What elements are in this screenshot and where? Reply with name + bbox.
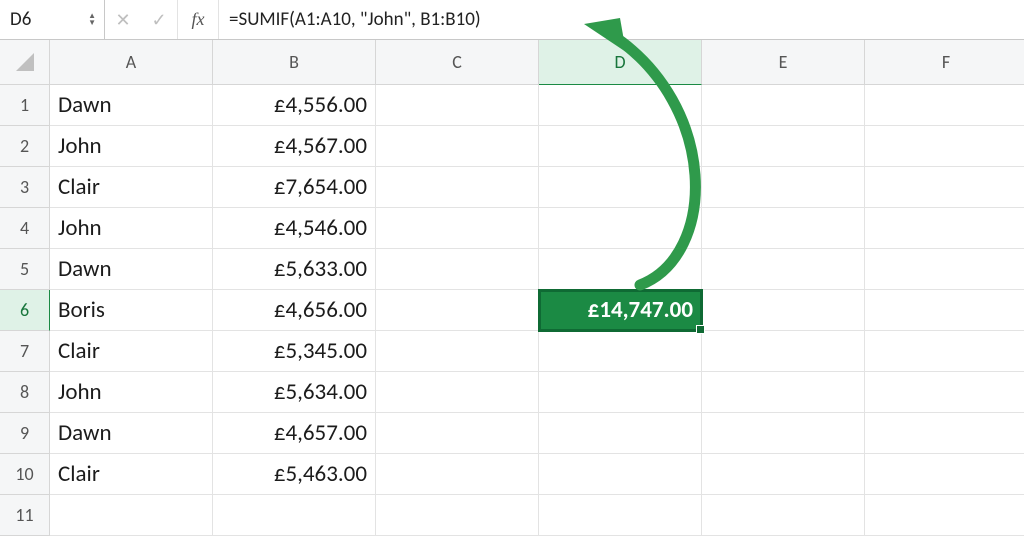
cell[interactable] [865, 290, 1024, 331]
column-header[interactable]: C [376, 40, 539, 85]
cell[interactable]: Clair [50, 331, 213, 372]
cell[interactable] [702, 290, 865, 331]
fx-icon: fx [192, 9, 205, 30]
cell[interactable] [702, 413, 865, 454]
cell[interactable] [376, 331, 539, 372]
cell[interactable] [213, 495, 376, 536]
cell[interactable]: Dawn [50, 249, 213, 290]
cell[interactable] [376, 495, 539, 536]
cell[interactable]: £5,463.00 [213, 454, 376, 495]
cancel-icon: ✕ [115, 9, 130, 31]
row-header[interactable]: 5 [0, 249, 50, 290]
cell[interactable] [865, 85, 1024, 126]
cell[interactable] [376, 454, 539, 495]
cell[interactable] [865, 126, 1024, 167]
name-box[interactable]: D6 ▲ ▼ [0, 0, 105, 39]
cell[interactable]: £4,656.00 [213, 290, 376, 331]
selected-cell[interactable]: £14,747.00 [539, 290, 702, 331]
cell[interactable] [702, 167, 865, 208]
cell[interactable] [702, 208, 865, 249]
confirm-formula-button[interactable]: ✓ [141, 0, 177, 39]
cell[interactable] [865, 454, 1024, 495]
row-header[interactable]: 10 [0, 454, 50, 495]
cell[interactable] [376, 208, 539, 249]
cell[interactable] [376, 167, 539, 208]
cell[interactable]: John [50, 126, 213, 167]
cell[interactable] [539, 208, 702, 249]
cell[interactable] [865, 372, 1024, 413]
cell[interactable] [702, 372, 865, 413]
cell[interactable]: John [50, 372, 213, 413]
row-header[interactable]: 2 [0, 126, 50, 167]
column-header[interactable]: F [865, 40, 1024, 85]
formula-bar: D6 ▲ ▼ ✕ ✓ fx =SUMIF(A1:A10, "John", B1:… [0, 0, 1024, 40]
insert-function-button[interactable]: fx [177, 0, 219, 39]
column-header[interactable]: D [539, 40, 702, 85]
cell[interactable] [539, 372, 702, 413]
row-header[interactable]: 6 [0, 290, 50, 331]
cell[interactable]: John [50, 208, 213, 249]
cell[interactable] [865, 208, 1024, 249]
cell[interactable] [539, 454, 702, 495]
cell[interactable] [376, 249, 539, 290]
row-header[interactable]: 1 [0, 85, 50, 126]
cell[interactable]: Clair [50, 167, 213, 208]
cell[interactable] [539, 85, 702, 126]
cell[interactable] [376, 85, 539, 126]
cell[interactable] [865, 495, 1024, 536]
row-header[interactable]: 7 [0, 331, 50, 372]
cell[interactable] [50, 495, 213, 536]
cell[interactable] [702, 331, 865, 372]
cell[interactable]: £4,657.00 [213, 413, 376, 454]
select-all-corner[interactable] [0, 40, 50, 85]
cell[interactable] [702, 126, 865, 167]
cell[interactable]: £5,634.00 [213, 372, 376, 413]
row-header[interactable]: 11 [0, 495, 50, 536]
spreadsheet-grid[interactable]: ABCDEF1Dawn£4,556.002John£4,567.003Clair… [0, 40, 1024, 536]
cell[interactable]: Boris [50, 290, 213, 331]
column-header[interactable]: B [213, 40, 376, 85]
cell[interactable] [865, 167, 1024, 208]
row-header[interactable]: 9 [0, 413, 50, 454]
cell[interactable]: Dawn [50, 413, 213, 454]
check-icon: ✓ [151, 9, 166, 31]
cell[interactable] [702, 495, 865, 536]
cell[interactable] [702, 85, 865, 126]
row-header[interactable]: 8 [0, 372, 50, 413]
cell[interactable]: £5,633.00 [213, 249, 376, 290]
cell[interactable]: £4,567.00 [213, 126, 376, 167]
cell[interactable] [865, 413, 1024, 454]
cell[interactable] [376, 126, 539, 167]
cell[interactable] [702, 454, 865, 495]
cell[interactable] [539, 126, 702, 167]
column-header[interactable]: A [50, 40, 213, 85]
name-box-spinner[interactable]: ▲ ▼ [88, 13, 96, 27]
cell[interactable] [865, 249, 1024, 290]
column-header[interactable]: E [702, 40, 865, 85]
formula-text: =SUMIF(A1:A10, "John", B1:B10) [229, 8, 481, 31]
cell[interactable] [865, 331, 1024, 372]
formula-input[interactable]: =SUMIF(A1:A10, "John", B1:B10) [219, 0, 1024, 39]
spin-down-icon[interactable]: ▼ [88, 20, 96, 27]
row-header[interactable]: 3 [0, 167, 50, 208]
cell[interactable] [376, 290, 539, 331]
cell[interactable] [539, 331, 702, 372]
cell[interactable] [376, 413, 539, 454]
row-header[interactable]: 4 [0, 208, 50, 249]
cell[interactable]: £5,345.00 [213, 331, 376, 372]
cell[interactable] [539, 167, 702, 208]
cell[interactable] [539, 413, 702, 454]
cell[interactable] [702, 249, 865, 290]
cell[interactable] [376, 372, 539, 413]
name-box-value: D6 [10, 8, 31, 31]
select-all-icon [16, 53, 34, 71]
cell[interactable]: £4,546.00 [213, 208, 376, 249]
cell[interactable]: Dawn [50, 85, 213, 126]
cell[interactable]: £7,654.00 [213, 167, 376, 208]
cancel-formula-button[interactable]: ✕ [105, 0, 141, 39]
cell[interactable]: Clair [50, 454, 213, 495]
cell[interactable] [539, 249, 702, 290]
cell[interactable]: £4,556.00 [213, 85, 376, 126]
cell[interactable] [539, 495, 702, 536]
